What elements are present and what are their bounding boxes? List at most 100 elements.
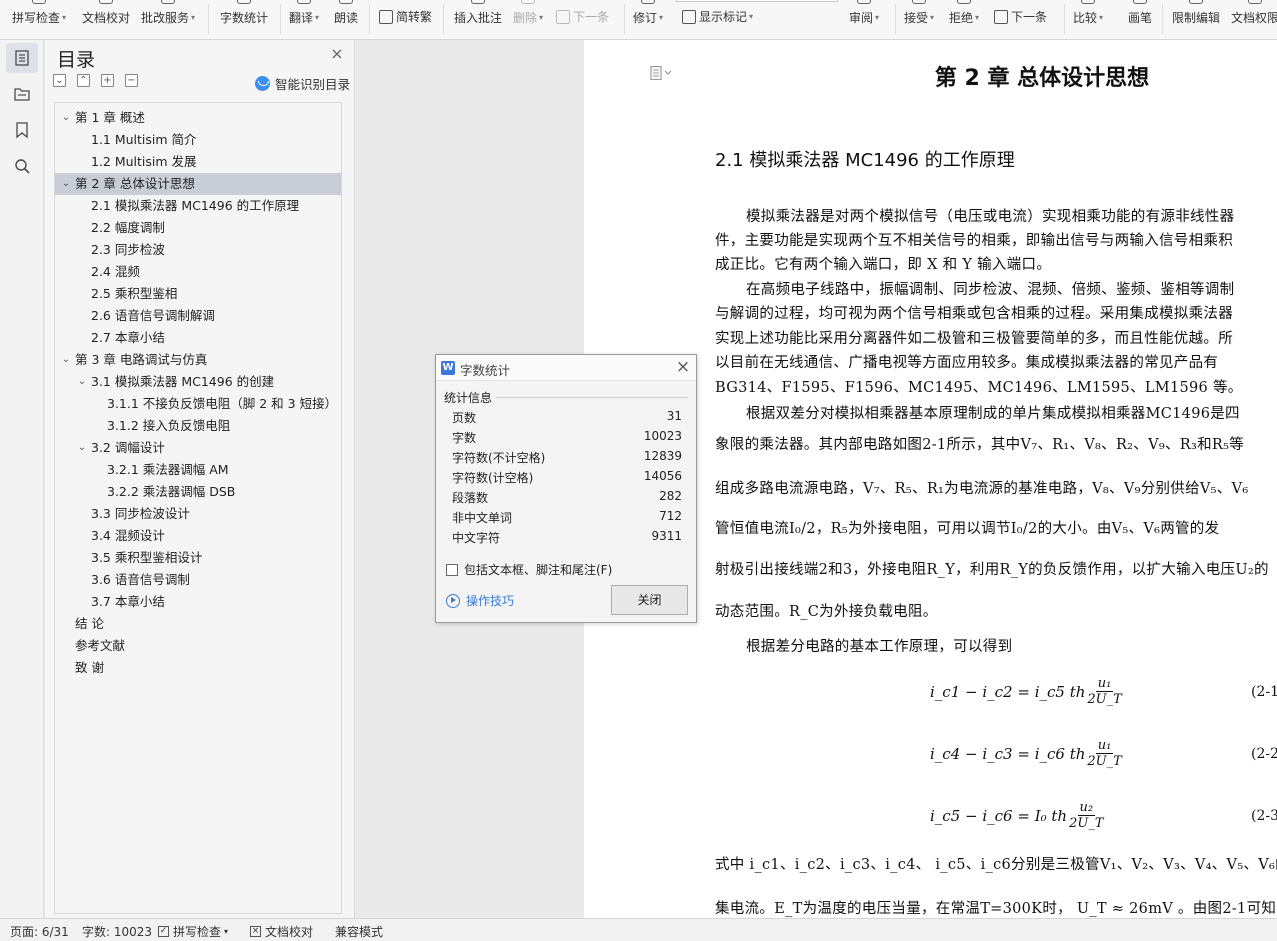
toc-item[interactable]: 3.4 混频设计 (55, 525, 341, 547)
toc-item[interactable]: 3.2.2 乘法器调幅 DSB (55, 481, 341, 503)
close-icon[interactable]: × (674, 358, 692, 376)
proofread-status[interactable]: × 文档校对 (250, 923, 313, 940)
close-button[interactable]: 关闭 (611, 585, 688, 615)
ribbon-divider (280, 4, 281, 34)
toc-item[interactable]: 2.4 混频 (55, 261, 341, 283)
toc-tree: ⌄ 第 1 章 概述 1.1 Multisim 简介 1.2 Multisim 发展 ⌄… (54, 102, 342, 914)
spell-check-button[interactable]: 拼写检查 ▾ (12, 0, 66, 39)
restrict-editing-button[interactable]: 限制编辑 (1172, 0, 1220, 39)
bookmark-tab[interactable] (6, 115, 38, 145)
fraction-numerator: u₁ (1095, 738, 1114, 754)
toc-item[interactable]: ⌄ 3.2 调幅设计 (55, 437, 341, 459)
section-title: 2.1 模拟乘法器 MC1496 的工作原理 (715, 150, 1015, 171)
toc-item[interactable]: 参考文献 (55, 635, 341, 657)
expander-chevron-icon[interactable]: ⌄ (76, 437, 88, 459)
dialog-titlebar[interactable]: W 字数统计 × (436, 355, 696, 381)
toc-tab[interactable] (6, 43, 38, 73)
word-count-indicator[interactable]: 字数: 10023 (82, 923, 152, 940)
expander-chevron-icon[interactable]: ⌄ (60, 349, 72, 371)
toc-item[interactable]: 3.6 语音信号调制 (55, 569, 341, 591)
toc-item-label: 1.1 Multisim 简介 (91, 132, 197, 147)
reject-button[interactable]: 拒绝 ▾ (949, 0, 979, 39)
add-heading-icon[interactable]: + (101, 74, 114, 87)
stat-row: 中文字符 9311 (452, 529, 682, 549)
chevron-down-icon: ▾ (875, 13, 880, 22)
correction-service-button[interactable]: 批改服务 ▾ (141, 0, 195, 39)
toc-item[interactable]: ⌄ 第 3 章 电路调试与仿真 (55, 349, 341, 371)
navigation-tab[interactable] (6, 79, 38, 109)
expander-chevron-icon[interactable]: ⌄ (76, 371, 88, 393)
include-textbox-checkbox[interactable]: 包括文本框、脚注和尾注(F) (446, 561, 612, 578)
toc-item[interactable]: ⌄ 第 1 章 概述 (55, 107, 341, 129)
word-count-button[interactable]: 字数统计 (220, 0, 268, 39)
pen-button[interactable]: 画笔 (1128, 0, 1152, 39)
toc-icon (15, 50, 29, 66)
toc-item[interactable]: 3.5 乘积型鉴相设计 (55, 547, 341, 569)
ribbon-divider (443, 4, 444, 34)
compatibility-mode: 兼容模式 (335, 925, 384, 939)
ribbon-divider (895, 4, 896, 34)
toc-item[interactable]: 3.1.2 接入负反馈电阻 (55, 415, 341, 437)
toc-item[interactable]: 2.2 幅度调制 (55, 217, 341, 239)
compare-button[interactable]: 比较 ▾ (1073, 0, 1104, 39)
toc-item[interactable]: 结 论 (55, 613, 341, 635)
toc-item[interactable]: ⌄ 3.1 模拟乘法器 MC1496 的创建 (55, 371, 341, 393)
tips-link[interactable]: 操作技巧 (446, 592, 514, 609)
next-change-button[interactable]: 下一条 (994, 0, 1047, 39)
toc-item-label: 1.2 Multisim 发展 (91, 154, 197, 169)
expand-all-icon[interactable]: ⌄ (53, 74, 66, 87)
toc-item[interactable]: 2.3 同步检波 (55, 239, 341, 261)
remove-heading-icon[interactable]: − (125, 74, 138, 87)
ribbon-divider (208, 4, 209, 34)
checkbox-box[interactable] (446, 563, 458, 576)
section-divider (496, 397, 688, 398)
track-changes-button[interactable]: 修订 ▾ (633, 0, 664, 39)
toc-item[interactable]: 3.3 同步检波设计 (55, 503, 341, 525)
dialog-title: 字数统计 (460, 363, 511, 378)
chevron-down-icon: ▾ (1099, 13, 1104, 22)
spell-check-status[interactable]: ✓ 拼写检查 ▾ (158, 923, 228, 940)
pen-icon (1133, 0, 1147, 4)
toc-item[interactable]: ⌄ 第 2 章 总体设计思想 (55, 173, 341, 195)
stat-row: 字数 10023 (452, 429, 682, 449)
close-icon[interactable]: × (329, 46, 345, 62)
toc-item[interactable]: 1.1 Multisim 简介 (55, 129, 341, 151)
accept-button[interactable]: 接受 ▾ (904, 0, 934, 39)
toc-item-label: 3.5 乘积型鉴相设计 (91, 550, 203, 565)
ribbon-divider (1064, 4, 1065, 34)
show-markup-button[interactable]: 显示标记 ▾ (682, 0, 753, 39)
toc-item[interactable]: 2.5 乘积型鉴相 (55, 283, 341, 305)
simplified-to-traditional-button[interactable]: 简转繁 (379, 0, 432, 39)
chevron-down-icon: ▾ (659, 13, 664, 22)
equation-lhs: i_c1 − i_c2 = i_c5 th (930, 682, 1086, 701)
page-indicator[interactable]: 页面: 6/31 (10, 923, 69, 940)
collapse-all-icon[interactable]: ⌃ (77, 74, 90, 87)
insert-comment-button[interactable]: 插入批注 (454, 0, 502, 39)
toc-item-label: 结 论 (75, 616, 104, 631)
read-aloud-button[interactable]: 朗读 (334, 0, 358, 39)
toc-item[interactable]: 3.1.1 不接负反馈电阻（脚 2 和 3 短接） (55, 393, 341, 415)
document-permission-button[interactable]: 文档权限 (1231, 0, 1277, 39)
next-comment-button[interactable]: 下一条 (556, 0, 609, 39)
toc-item[interactable]: 2.7 本章小结 (55, 327, 341, 349)
document-proofread-button[interactable]: 文档校对 (82, 0, 130, 39)
status-bar: 页面: 6/31 字数: 10023 ✓ 拼写检查 ▾ × 文档校对 兼容模式 (0, 918, 1277, 941)
toc-item[interactable]: 3.7 本章小结 (55, 591, 341, 613)
paragraph-line: 象限的乘法器。其内部电路如图2-1所示，其中V₇、R₁、V₈、R₂、V₉、R₃和… (715, 437, 1245, 453)
compare-icon (1081, 0, 1096, 4)
delete-comment-button[interactable]: 删除 ▾ (513, 0, 543, 39)
review-button[interactable]: 审阅 ▾ (849, 0, 880, 39)
expander-chevron-icon[interactable]: ⌄ (60, 107, 72, 129)
smart-toc-button[interactable]: 智能识别目录 (255, 74, 350, 93)
translate-button[interactable]: 翻译 ▾ (289, 0, 319, 39)
search-tab[interactable] (6, 151, 38, 181)
expander-chevron-icon[interactable]: ⌄ (60, 173, 72, 195)
paragraph-line: 件，主要功能是实现两个互不相关信号的相乘，即输出信号与两输入信号相乘积 (715, 233, 1233, 249)
paragraph-line: 根据差分电路的基本工作原理，可以得到 (746, 639, 1013, 655)
toc-item[interactable]: 3.2.1 乘法器调幅 AM (55, 459, 341, 481)
toc-item[interactable]: 1.2 Multisim 发展 (55, 151, 341, 173)
smart-recognize-icon (255, 76, 270, 91)
toc-item[interactable]: 致 谢 (55, 657, 341, 679)
toc-item[interactable]: 2.1 模拟乘法器 MC1496 的工作原理 (55, 195, 341, 217)
toc-item[interactable]: 2.6 语音信号调制解调 (55, 305, 341, 327)
